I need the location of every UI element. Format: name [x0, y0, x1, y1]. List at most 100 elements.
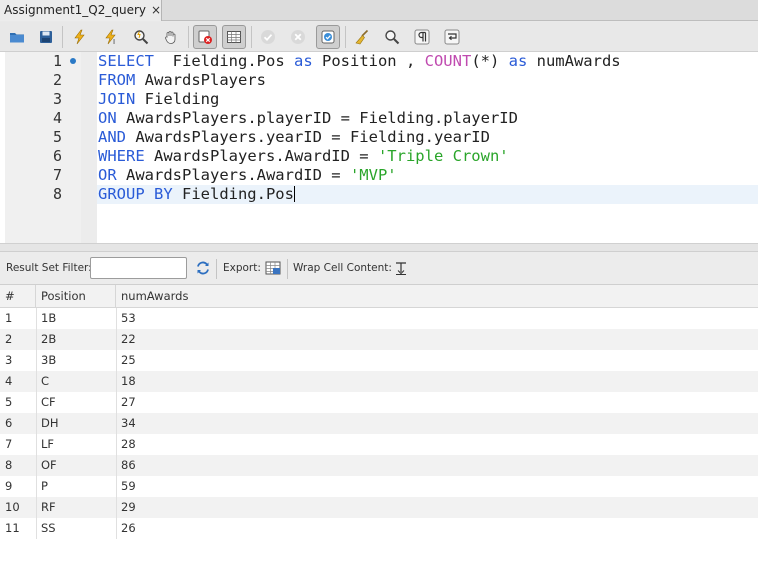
sql-text: AwardsPlayers.AwardID = [144, 147, 378, 165]
table-row[interactable]: 5 CF 27 [0, 392, 758, 413]
row-number-cell[interactable]: 5 [0, 392, 12, 413]
row-number-cell[interactable]: 1 [0, 308, 12, 329]
code-line[interactable]: AND AwardsPlayers.yearID = Fielding.year… [98, 128, 490, 147]
invisible-chars-icon[interactable] [410, 25, 434, 49]
code-line[interactable]: FROM AwardsPlayers [98, 71, 266, 90]
table-row[interactable]: 11 SS 26 [0, 518, 758, 539]
row-number-cell[interactable]: 6 [0, 413, 12, 434]
num-awards-cell[interactable]: 34 [116, 413, 136, 434]
toggle-output-icon[interactable] [222, 25, 246, 49]
position-cell[interactable]: 3B [36, 350, 56, 371]
num-awards-cell[interactable]: 29 [116, 497, 136, 518]
line-number: 3 [52, 90, 62, 108]
code-line[interactable]: WHERE AwardsPlayers.AwardID = 'Triple Cr… [98, 147, 509, 166]
result-filter-input[interactable] [90, 257, 187, 279]
sql-editor[interactable]: 1 2 3 4 5 6 7 8 SELECT Fielding.Pos as P… [0, 52, 758, 243]
save-icon[interactable] [34, 25, 58, 49]
table-row[interactable]: 8 OF 86 [0, 455, 758, 476]
autocommit-icon[interactable] [316, 25, 340, 49]
row-number-cell[interactable]: 9 [0, 476, 12, 497]
row-number-cell[interactable]: 7 [0, 434, 12, 455]
result-grid[interactable]: # Position numAwards 1 1B 53 2 2B 22 3 3B 25 4 C 18… [0, 285, 758, 564]
table-row[interactable]: 10 RF 29 [0, 497, 758, 518]
wrap-cell-icon[interactable] [392, 259, 410, 277]
num-awards-cell[interactable]: 22 [116, 329, 136, 350]
beautify-icon[interactable] [351, 25, 375, 49]
position-cell[interactable]: OF [36, 455, 57, 476]
tab-close-icon[interactable]: × [150, 0, 162, 20]
tab-title: Assignment1_Q2_query [4, 3, 147, 17]
sql-text: AwardsPlayers.yearID = Fielding.yearID [126, 128, 490, 146]
sql-keyword: FROM [98, 71, 136, 89]
num-awards-cell[interactable]: 86 [116, 455, 136, 476]
position-cell[interactable]: LF [36, 434, 54, 455]
toolbar-separator [216, 259, 217, 279]
column-header[interactable]: # [0, 285, 36, 308]
column-header[interactable]: Position [36, 285, 116, 308]
column-header[interactable]: numAwards [116, 285, 758, 308]
find-icon[interactable] [380, 25, 404, 49]
row-number-cell[interactable]: 2 [0, 329, 12, 350]
code-line[interactable]: OR AwardsPlayers.AwardID = 'MVP' [98, 166, 397, 185]
panel-splitter[interactable] [0, 243, 758, 252]
sql-text: AwardsPlayers.playerID = Fielding.player… [116, 109, 518, 127]
position-cell[interactable]: DH [36, 413, 59, 434]
refresh-icon[interactable] [194, 259, 212, 277]
rollback-icon[interactable] [286, 25, 310, 49]
position-cell[interactable]: CF [36, 392, 56, 413]
code-line[interactable]: JOIN Fielding [98, 90, 219, 109]
row-number-cell[interactable]: 3 [0, 350, 12, 371]
line-number: 8 [52, 185, 62, 203]
grid-header: # Position numAwards [0, 285, 758, 308]
table-row[interactable]: 7 LF 28 [0, 434, 758, 455]
export-icon[interactable] [264, 259, 282, 277]
wrap-lines-icon[interactable] [440, 25, 464, 49]
sql-function: COUNT [424, 52, 472, 70]
explain-icon[interactable] [129, 25, 153, 49]
code-line[interactable]: ON AwardsPlayers.playerID = Fielding.pla… [98, 109, 518, 128]
execute-current-icon[interactable]: I [99, 25, 123, 49]
table-row[interactable]: 4 C 18 [0, 371, 758, 392]
row-number-cell[interactable]: 11 [0, 518, 20, 539]
sql-keyword: GROUP BY [98, 185, 173, 203]
position-cell[interactable]: 2B [36, 329, 56, 350]
num-awards-cell[interactable]: 25 [116, 350, 136, 371]
commit-icon[interactable] [256, 25, 280, 49]
table-row[interactable]: 6 DH 34 [0, 413, 758, 434]
line-number: 6 [52, 147, 62, 165]
row-number-cell[interactable]: 8 [0, 455, 12, 476]
code-line[interactable]: GROUP BY Fielding.Pos [98, 185, 295, 204]
sql-text: (*) [471, 52, 509, 70]
sql-text: Fielding.Pos [154, 52, 294, 70]
table-row[interactable]: 9 P 59 [0, 476, 758, 497]
num-awards-cell[interactable]: 26 [116, 518, 136, 539]
stop-icon[interactable] [159, 25, 183, 49]
position-cell[interactable]: RF [36, 497, 56, 518]
toggle-continue-on-error-icon[interactable] [193, 25, 217, 49]
row-number-cell[interactable]: 10 [0, 497, 20, 518]
sql-keyword: WHERE [98, 147, 145, 165]
table-row[interactable]: 2 2B 22 [0, 329, 758, 350]
position-cell[interactable]: SS [36, 518, 56, 539]
sql-text: numAwards [527, 52, 621, 70]
position-cell[interactable]: P [36, 476, 48, 497]
code-line[interactable]: SELECT Fielding.Pos as Position , COUNT(… [98, 52, 621, 71]
query-toolbar: I [0, 22, 758, 52]
export-label: Export: [223, 262, 261, 274]
row-number-cell[interactable]: 4 [0, 371, 12, 392]
num-awards-cell[interactable]: 53 [116, 308, 136, 329]
execute-icon[interactable] [68, 25, 92, 49]
open-folder-icon[interactable] [5, 25, 29, 49]
toolbar-separator [287, 259, 288, 279]
num-awards-cell[interactable]: 59 [116, 476, 136, 497]
line-number: 7 [52, 166, 62, 184]
table-row[interactable]: 1 1B 53 [0, 308, 758, 329]
position-cell[interactable]: 1B [36, 308, 56, 329]
svg-text:I: I [113, 38, 115, 46]
tab-query[interactable]: Assignment1_Q2_query [0, 0, 162, 21]
num-awards-cell[interactable]: 18 [116, 371, 136, 392]
num-awards-cell[interactable]: 28 [116, 434, 136, 455]
position-cell[interactable]: C [36, 371, 49, 392]
num-awards-cell[interactable]: 27 [116, 392, 136, 413]
table-row[interactable]: 3 3B 25 [0, 350, 758, 371]
